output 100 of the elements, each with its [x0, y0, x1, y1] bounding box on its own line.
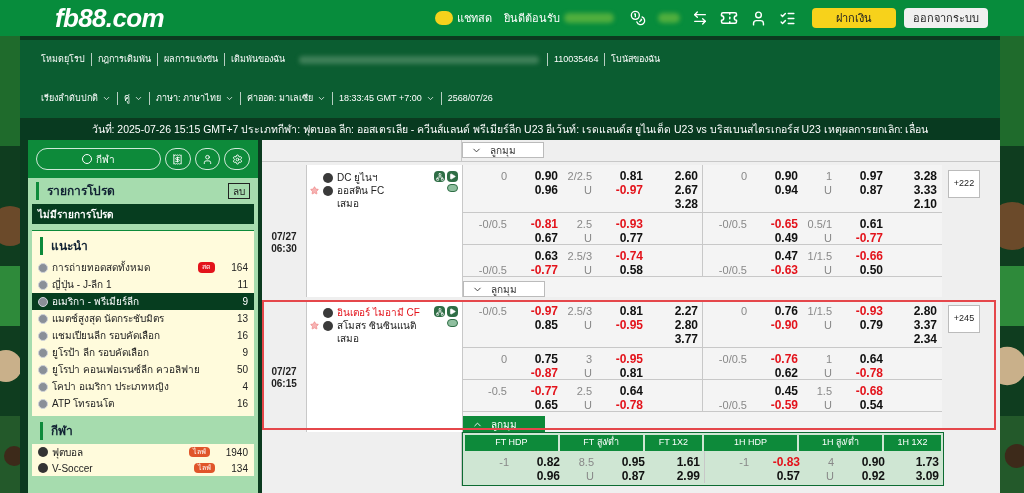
chat-link[interactable]: แชทสด [457, 9, 492, 27]
filter-dropdown[interactable]: เรียงลำดับปกติ [35, 91, 117, 106]
ticket-icon[interactable] [720, 9, 738, 27]
odds-value[interactable]: 0.97 [859, 169, 883, 183]
odds-value[interactable]: 3.77 [674, 332, 698, 346]
filter-dropdown[interactable]: 2568/07/26 [440, 91, 499, 106]
corners-toggle[interactable]: ลูกมุม [462, 142, 544, 158]
odds-value[interactable]: 0.81 [619, 366, 643, 380]
odds-value[interactable]: 0.87 [621, 469, 645, 483]
play-icon[interactable] [447, 306, 458, 317]
nav-link[interactable]: เดิมพันของฉัน [224, 52, 291, 67]
odds-value[interactable]: 1.61 [676, 455, 700, 469]
tree-icon[interactable] [434, 171, 445, 182]
odds-value[interactable]: 3.28 [674, 197, 698, 211]
odds-value[interactable]: -0.87 [530, 366, 558, 380]
coins-icon[interactable] [630, 10, 646, 26]
tree-icon[interactable] [434, 306, 445, 317]
transfer-icon[interactable] [692, 10, 708, 26]
corners-toggle[interactable]: ลูกมุม [463, 281, 545, 297]
odds-value[interactable]: 3.09 [915, 469, 939, 483]
deposit-button[interactable]: ฝากเงิน [812, 8, 896, 28]
odds-value[interactable]: -0.93 [615, 217, 643, 231]
odds-value[interactable]: 2.34 [913, 332, 937, 346]
odds-value[interactable]: 0.65 [534, 398, 558, 412]
star-icon[interactable] [309, 186, 319, 195]
odds-value[interactable]: 0.90 [774, 169, 798, 183]
odds-value[interactable]: 3.37 [913, 318, 937, 332]
filter-dropdown[interactable]: ภาษา: ภาษาไทย [149, 91, 240, 106]
odds-value[interactable]: -0.93 [855, 304, 883, 318]
odds-value[interactable]: 0.77 [619, 231, 643, 245]
odds-value[interactable]: -0.78 [855, 366, 883, 380]
odds-value[interactable]: -0.95 [615, 318, 643, 332]
odds-value[interactable]: 0.82 [536, 455, 560, 469]
odds-value[interactable]: -0.90 [770, 318, 798, 332]
league-item[interactable]: ยูโรป้า ลีก รอบคัดเลือก 9 [32, 344, 254, 361]
odds-value[interactable]: 0.58 [619, 263, 643, 277]
odds-value[interactable]: -0.83 [772, 455, 800, 469]
odds-value[interactable]: 0.76 [774, 304, 798, 318]
odds-value[interactable]: 0.90 [861, 455, 885, 469]
odds-value[interactable]: 0.95 [621, 455, 645, 469]
odds-value[interactable]: -0.97 [530, 304, 558, 318]
odds-value[interactable]: -0.66 [855, 249, 883, 263]
more-bets-button[interactable]: +245 [948, 304, 980, 333]
odds-value[interactable]: 0.96 [536, 469, 560, 483]
odds-value[interactable]: 2.67 [674, 183, 698, 197]
odds-value[interactable]: -0.65 [770, 217, 798, 231]
odds-value[interactable]: 0.81 [619, 304, 643, 318]
odds-value[interactable]: 2.99 [676, 469, 700, 483]
odds-value[interactable]: 0.75 [534, 352, 558, 366]
nav-link[interactable]: โบนัสของฉัน [604, 52, 667, 67]
odds-value[interactable]: -0.77 [530, 263, 558, 277]
odds-value[interactable]: 2.60 [674, 169, 698, 183]
filter-dropdown[interactable]: คู่ [117, 91, 149, 106]
play-icon[interactable] [447, 171, 458, 182]
odds-value[interactable]: 0.45 [774, 384, 798, 398]
odds-value[interactable]: 0.54 [859, 398, 883, 412]
odds-value[interactable]: -0.76 [770, 352, 798, 366]
odds-value[interactable]: -0.59 [770, 398, 798, 412]
odds-value[interactable]: 1.73 [915, 455, 939, 469]
nav-link[interactable]: ผลการแข่งขัน [157, 52, 224, 67]
filter-dropdown[interactable]: ค่าออด: มาเลเซีย [240, 91, 333, 106]
clear-button[interactable]: ลบ [228, 183, 250, 199]
league-item[interactable]: แชมเปียนลีก รอบคัดเลือก 16 [32, 327, 254, 344]
odds-value[interactable]: 0.64 [859, 352, 883, 366]
star-icon[interactable] [309, 321, 319, 330]
odds-value[interactable]: 2.80 [913, 304, 937, 318]
odds-value[interactable]: -0.77 [855, 231, 883, 245]
odds-value[interactable]: -0.77 [530, 384, 558, 398]
odds-value[interactable]: 0.96 [534, 183, 558, 197]
odds-value[interactable]: -0.81 [530, 217, 558, 231]
user-icon[interactable] [750, 9, 767, 27]
odds-value[interactable]: 0.64 [619, 384, 643, 398]
odds-value[interactable]: 2.10 [913, 197, 937, 211]
odds-value[interactable]: 0.87 [859, 183, 883, 197]
odds-value[interactable]: -0.97 [615, 183, 643, 197]
odds-value[interactable]: 0.90 [534, 169, 558, 183]
odds-value[interactable]: -0.74 [615, 249, 643, 263]
nav-link[interactable]: กฎการเดิมพัน [91, 52, 157, 67]
odds-value[interactable]: 0.62 [774, 366, 798, 380]
odds-value[interactable]: 3.28 [913, 169, 937, 183]
league-item[interactable]: ยูโรปา คอนเฟอเรนซ์ลีก ควอลิฟาย 50 [32, 361, 254, 378]
odds-value[interactable]: -0.78 [615, 398, 643, 412]
odds-value[interactable]: 0.63 [534, 249, 558, 263]
odds-value[interactable]: 0.61 [859, 217, 883, 231]
odds-value[interactable]: 0.67 [534, 231, 558, 245]
more-bets-button[interactable]: +222 [948, 169, 980, 198]
odds-value[interactable]: 0.94 [774, 183, 798, 197]
odds-value[interactable]: 0.79 [859, 318, 883, 332]
league-item[interactable]: อเมริกา - พรีเมียร์ลีก 9 [32, 293, 254, 310]
logout-button[interactable]: ออกจากระบบ [904, 8, 988, 28]
odds-value[interactable]: 0.50 [859, 263, 883, 277]
league-item[interactable]: ญี่ปุ่น - J-ลีก 1 11 [32, 276, 254, 293]
odds-value[interactable]: 0.85 [534, 318, 558, 332]
odds-value[interactable]: 2.27 [674, 304, 698, 318]
filter-dropdown[interactable]: 18:33:45 GMT +7:00 [332, 91, 441, 106]
nav-link[interactable]: โหมดยุโรป [35, 52, 91, 67]
odds-value[interactable]: 0.92 [861, 469, 885, 483]
odds-value[interactable]: -0.95 [615, 352, 643, 366]
league-item[interactable]: ATP โทรอนโต 16 [32, 395, 254, 412]
odds-value[interactable]: -0.68 [855, 384, 883, 398]
